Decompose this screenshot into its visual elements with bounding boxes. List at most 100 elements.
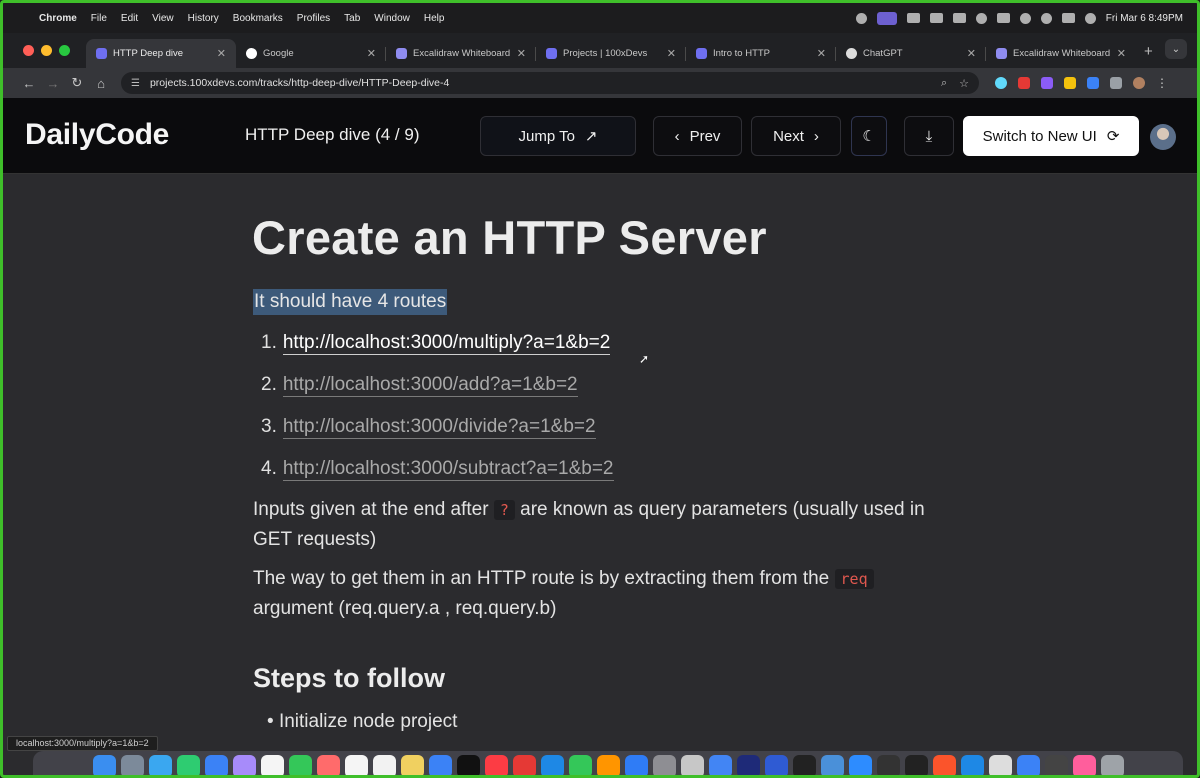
tab-http-deep-dive[interactable]: HTTP Deep dive ✕	[86, 39, 236, 68]
screen-record-icon[interactable]	[876, 11, 897, 25]
dock-app-icon[interactable]	[708, 754, 732, 775]
user-avatar[interactable]	[1150, 124, 1176, 150]
dock-app-icon[interactable]	[1016, 754, 1040, 775]
dock-app-icon[interactable]	[120, 754, 144, 775]
dock-app-icon[interactable]	[960, 754, 984, 775]
dock-app-icon[interactable]	[372, 754, 396, 775]
dock-app-icon[interactable]	[764, 754, 788, 775]
tab-chatgpt[interactable]: ChatGPT ✕	[836, 39, 986, 68]
dock-app-icon[interactable]	[568, 754, 592, 775]
dock-app-icon[interactable]	[428, 754, 452, 775]
reload-icon[interactable]: ↻	[65, 75, 89, 91]
extension-icon-yellow[interactable]	[1064, 77, 1076, 89]
site-info-icon[interactable]: ☰	[131, 78, 140, 89]
dock-app-icon[interactable]	[540, 754, 564, 775]
extension-icon-blue[interactable]	[1087, 77, 1099, 89]
dock-app-icon[interactable]	[624, 754, 648, 775]
menu-app-name[interactable]: Chrome	[39, 13, 77, 24]
menu-view[interactable]: View	[152, 13, 174, 24]
dock-app-icon[interactable]	[148, 754, 172, 775]
route-link-divide[interactable]: http://localhost:3000/divide?a=1&b=2	[282, 416, 596, 439]
search-icon[interactable]	[1040, 12, 1052, 24]
dock-app-icon[interactable]	[456, 754, 480, 775]
close-window-button[interactable]	[23, 45, 34, 56]
status-icon-display[interactable]	[952, 13, 966, 23]
menu-history[interactable]: History	[188, 13, 219, 24]
dock-app-icon[interactable]	[848, 754, 872, 775]
close-tab-icon[interactable]: ✕	[1117, 47, 1126, 60]
tab-search-button[interactable]: ⌄	[1165, 39, 1187, 59]
jump-to-button[interactable]: Jump To ↗	[480, 116, 636, 156]
dock-app-icon[interactable]	[932, 754, 956, 775]
close-tab-icon[interactable]: ✕	[517, 47, 526, 60]
dock-app-icon[interactable]	[204, 754, 228, 775]
dock-app-icon[interactable]	[820, 754, 844, 775]
route-link-add[interactable]: http://localhost:3000/add?a=1&b=2	[282, 374, 578, 397]
dock-app-icon[interactable]	[484, 754, 508, 775]
dock-app-icon[interactable]	[736, 754, 760, 775]
close-tab-icon[interactable]: ✕	[817, 47, 826, 60]
dock-app-icon[interactable]	[316, 754, 340, 775]
menubar-clock[interactable]: Fri Mar 6 8:49PM	[1106, 13, 1183, 24]
new-tab-button[interactable]: +	[1136, 39, 1153, 68]
dock-app-icon[interactable]	[232, 754, 256, 775]
extension-icon-react[interactable]	[995, 77, 1007, 89]
dock-app-icon[interactable]	[400, 754, 424, 775]
dock-app-icon[interactable]	[596, 754, 620, 775]
siri-icon[interactable]	[1084, 12, 1096, 24]
status-icon-app[interactable]	[855, 12, 867, 24]
dock-app-icon[interactable]	[92, 754, 116, 775]
extension-icon-red[interactable]	[1018, 77, 1030, 89]
zoom-window-button[interactable]	[59, 45, 70, 56]
home-icon[interactable]: ⌂	[89, 76, 113, 91]
status-icon-cube[interactable]	[929, 13, 943, 23]
dock-app-icon[interactable]	[988, 754, 1012, 775]
tab-intro-to-http[interactable]: Intro to HTTP ✕	[686, 39, 836, 68]
dock-app-icon[interactable]	[288, 754, 312, 775]
dock-app-icon[interactable]	[904, 754, 928, 775]
theme-toggle-button[interactable]: ☾	[851, 116, 887, 156]
dock-app-icon[interactable]	[876, 754, 900, 775]
menu-help[interactable]: Help	[424, 13, 445, 24]
minimize-window-button[interactable]	[41, 45, 52, 56]
next-button[interactable]: Next ›	[751, 116, 841, 156]
back-icon[interactable]: ←	[17, 76, 41, 91]
extension-icon-purple[interactable]	[1041, 77, 1053, 89]
tab-projects[interactable]: Projects | 100xDevs ✕	[536, 39, 686, 68]
route-link-multiply[interactable]: http://localhost:3000/multiply?a=1&b=2	[282, 332, 611, 355]
dock-app-icon[interactable]	[176, 754, 200, 775]
tab-google[interactable]: Google ✕	[236, 39, 386, 68]
address-bar[interactable]: ☰ projects.100xdevs.com/tracks/http-deep…	[121, 72, 979, 94]
forward-icon[interactable]: →	[41, 76, 65, 91]
menu-bookmarks[interactable]: Bookmarks	[233, 13, 283, 24]
address-bar-url[interactable]: projects.100xdevs.com/tracks/http-deep-d…	[150, 77, 929, 89]
dock-app-icon[interactable]	[1100, 754, 1124, 775]
close-tab-icon[interactable]: ✕	[667, 47, 676, 60]
dock-app-icon[interactable]	[344, 754, 368, 775]
extensions-puzzle-icon[interactable]	[1110, 77, 1122, 89]
site-logo[interactable]: DailyCode	[25, 118, 169, 152]
dock-app-icon[interactable]	[512, 754, 536, 775]
menu-file[interactable]: File	[91, 13, 107, 24]
menu-window[interactable]: Window	[374, 13, 410, 24]
control-center-icon[interactable]	[1061, 13, 1075, 23]
dock-app-icon[interactable]	[680, 754, 704, 775]
status-icon-sync[interactable]	[975, 12, 987, 24]
switch-ui-button[interactable]: Switch to New UI ⟳	[963, 116, 1139, 156]
profile-avatar-icon[interactable]	[1133, 77, 1145, 89]
dock-app-icon[interactable]	[1072, 754, 1096, 775]
menu-profiles[interactable]: Profiles	[297, 13, 330, 24]
tab-excalidraw[interactable]: Excalidraw Whiteboard ✕	[386, 39, 536, 68]
battery-icon[interactable]	[996, 13, 1010, 23]
dock-app-icon[interactable]	[792, 754, 816, 775]
close-tab-icon[interactable]: ✕	[217, 47, 226, 60]
wifi-icon[interactable]	[1019, 12, 1031, 24]
bookmark-star-icon[interactable]: ☆	[959, 77, 969, 90]
menu-tab[interactable]: Tab	[344, 13, 360, 24]
status-icon-tool[interactable]	[906, 13, 920, 23]
chrome-menu-icon[interactable]: ⋮	[1156, 77, 1168, 89]
close-tab-icon[interactable]: ✕	[967, 47, 976, 60]
menu-edit[interactable]: Edit	[121, 13, 138, 24]
route-link-subtract[interactable]: http://localhost:3000/subtract?a=1&b=2	[282, 458, 614, 481]
dock-app-icon[interactable]	[1044, 754, 1068, 775]
